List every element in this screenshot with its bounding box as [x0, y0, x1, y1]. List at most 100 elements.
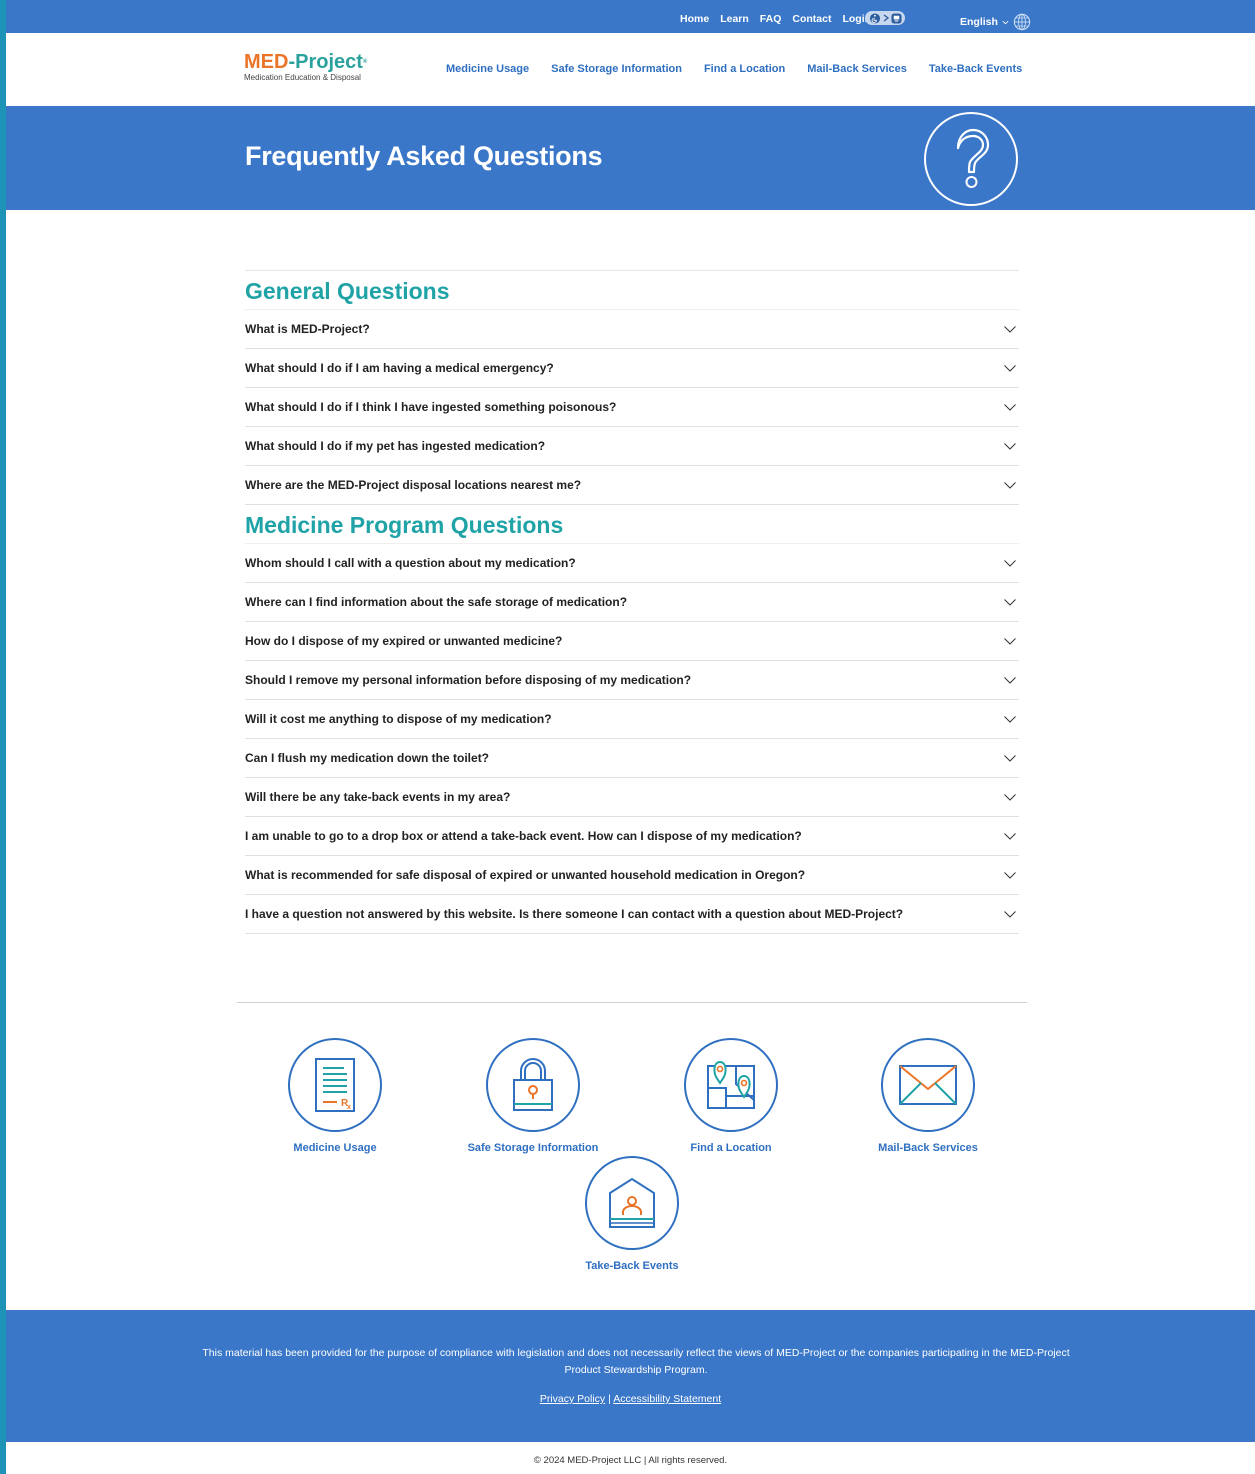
section-divider: [237, 1002, 1027, 1003]
chevron-down-icon: [1004, 677, 1016, 684]
tile-circle: R x: [288, 1038, 382, 1132]
tile-label: Find a Location: [690, 1142, 772, 1154]
nav-take-back[interactable]: Take-Back Events: [929, 63, 1022, 75]
faq-question-text: Will it cost me anything to dispose of m…: [245, 712, 552, 726]
language-selector[interactable]: English: [960, 13, 1031, 31]
logo-wordmark: MED-Project®: [244, 51, 367, 73]
hero-banner: Frequently Asked Questions: [6, 106, 1255, 210]
footer-links: Privacy Policy | Accessibility Statement: [6, 1393, 1255, 1405]
faq-question-text: Where can I find information about the s…: [245, 595, 628, 609]
chevron-down-icon: [1004, 443, 1016, 450]
faq-question-text: What should I do if I am having a medica…: [245, 361, 554, 375]
accessibility-toggle[interactable]: [865, 11, 905, 25]
utility-link-faq[interactable]: FAQ: [760, 13, 782, 25]
utility-link-contact[interactable]: Contact: [792, 13, 831, 25]
faq-question-text: What is MED-Project?: [245, 322, 370, 336]
tile-mail-back[interactable]: Mail-Back Services: [828, 1038, 1028, 1154]
faq-question-text: I am unable to go to a drop box or atten…: [245, 829, 802, 843]
nav-medicine-usage[interactable]: Medicine Usage: [446, 63, 529, 75]
question-mark-icon: [924, 112, 1018, 206]
faq-question-text: Will there be any take-back events in my…: [245, 790, 511, 804]
chevron-down-icon: [1004, 365, 1016, 372]
faq-accordion: General Questions What is MED-Project? Wh…: [245, 270, 1019, 934]
faq-question-row[interactable]: What should I do if I think I have inges…: [245, 388, 1019, 427]
map-pin-icon: [707, 1060, 755, 1109]
faq-question-row[interactable]: What should I do if my pet has ingested …: [245, 427, 1019, 466]
booth-icon: [609, 1177, 655, 1228]
chevron-down-icon: [1004, 560, 1016, 567]
faq-question-row[interactable]: I am unable to go to a drop box or atten…: [245, 817, 1019, 856]
utility-links: Home Learn FAQ Contact Login: [680, 13, 871, 25]
faq-question-row[interactable]: Will it cost me anything to dispose of m…: [245, 700, 1019, 739]
nav-safe-storage[interactable]: Safe Storage Information: [551, 63, 682, 75]
tile-label: Safe Storage Information: [467, 1142, 599, 1154]
faq-question-text: What should I do if my pet has ingested …: [245, 439, 546, 453]
main-nav: Medicine Usage Safe Storage Information …: [446, 63, 1022, 75]
logo-brand-med: MED: [244, 51, 289, 73]
wheelchair-icon: [869, 12, 880, 24]
medicine-program-questions-list: Whom should I call with a question about…: [245, 544, 1019, 934]
nav-mail-back[interactable]: Mail-Back Services: [807, 63, 907, 75]
faq-question-row[interactable]: I have a question not answered by this w…: [245, 895, 1019, 934]
tile-medicine-usage[interactable]: R x Medicine Usage: [235, 1038, 435, 1154]
utility-bar: Home Learn FAQ Contact Login English: [6, 0, 1255, 33]
padlock-icon: [513, 1058, 553, 1111]
tile-safe-storage[interactable]: Safe Storage Information: [433, 1038, 633, 1154]
tile-circle: [684, 1038, 778, 1132]
nav-find-location[interactable]: Find a Location: [704, 63, 785, 75]
site-header: MED-Project® Medication Education & Disp…: [6, 33, 1255, 106]
tile-take-back[interactable]: Take-Back Events: [532, 1156, 732, 1272]
faq-question-text: Whom should I call with a question about…: [245, 556, 576, 570]
chevron-down-icon: [1004, 638, 1016, 645]
display-icon: [890, 12, 902, 24]
faq-question-row[interactable]: Where can I find information about the s…: [245, 583, 1019, 622]
arrow-right-icon: [883, 14, 889, 22]
faq-question-text: Where are the MED-Project disposal locat…: [245, 478, 582, 492]
chevron-down-icon: [1004, 872, 1016, 879]
faq-question-row[interactable]: What is MED-Project?: [245, 310, 1019, 349]
faq-question-text: What should I do if I think I have inges…: [245, 400, 617, 414]
privacy-policy-link[interactable]: Privacy Policy: [540, 1393, 605, 1405]
chevron-down-icon: [1004, 794, 1016, 801]
utility-link-learn[interactable]: Learn: [720, 13, 749, 25]
faq-question-row[interactable]: Where are the MED-Project disposal locat…: [245, 466, 1019, 505]
faq-question-row[interactable]: Whom should I call with a question about…: [245, 544, 1019, 583]
faq-question-text: What is recommended for safe disposal of…: [245, 868, 806, 882]
tile-find-location[interactable]: Find a Location: [631, 1038, 831, 1154]
med-project-logo[interactable]: MED-Project® Medication Education & Disp…: [244, 51, 367, 82]
footer-link-separator: |: [608, 1393, 611, 1405]
globe-icon: [1013, 13, 1031, 31]
faq-question-text: Should I remove my personal information …: [245, 673, 692, 687]
chevron-down-icon: [1004, 716, 1016, 723]
copyright: © 2024 MED-Project LLC | All rights rese…: [533, 1455, 728, 1466]
section-title-general: General Questions: [245, 271, 1019, 310]
tile-circle: [881, 1038, 975, 1132]
faq-question-row[interactable]: Will there be any take-back events in my…: [245, 778, 1019, 817]
accessibility-statement-link[interactable]: Accessibility Statement: [613, 1393, 721, 1405]
chevron-down-icon: [1004, 755, 1016, 762]
envelope-icon: [899, 1065, 957, 1105]
faq-question-row[interactable]: Should I remove my personal information …: [245, 661, 1019, 700]
tile-label: Medicine Usage: [293, 1142, 377, 1154]
chevron-down-icon: [1004, 404, 1016, 411]
footer-disclaimer: This material has been provided for the …: [202, 1347, 1070, 1376]
logo-brand-project: -Project: [288, 51, 363, 73]
faq-question-row[interactable]: What should I do if I am having a medica…: [245, 349, 1019, 388]
language-label: English: [960, 16, 998, 28]
site-footer: This material has been provided for the …: [6, 1310, 1255, 1442]
faq-question-row[interactable]: What is recommended for safe disposal of…: [245, 856, 1019, 895]
utility-link-home[interactable]: Home: [680, 13, 709, 25]
faq-question-text: Can I flush my medication down the toile…: [245, 751, 490, 765]
page-title: Frequently Asked Questions: [245, 141, 603, 171]
chevron-down-icon: [1004, 482, 1016, 489]
tile-label: Mail-Back Services: [878, 1142, 978, 1154]
faq-question-row[interactable]: How do I dispose of my expired or unwant…: [245, 622, 1019, 661]
chevron-down-icon: [1004, 833, 1016, 840]
faq-question-text: I have a question not answered by this w…: [245, 907, 904, 921]
chevron-down-icon: [1004, 911, 1016, 918]
section-title-medicine-program: Medicine Program Questions: [245, 505, 1019, 544]
faq-question-row[interactable]: Can I flush my medication down the toile…: [245, 739, 1019, 778]
tile-circle: [486, 1038, 580, 1132]
chevron-down-icon: [1004, 599, 1016, 606]
faq-question-text: How do I dispose of my expired or unwant…: [245, 634, 563, 648]
